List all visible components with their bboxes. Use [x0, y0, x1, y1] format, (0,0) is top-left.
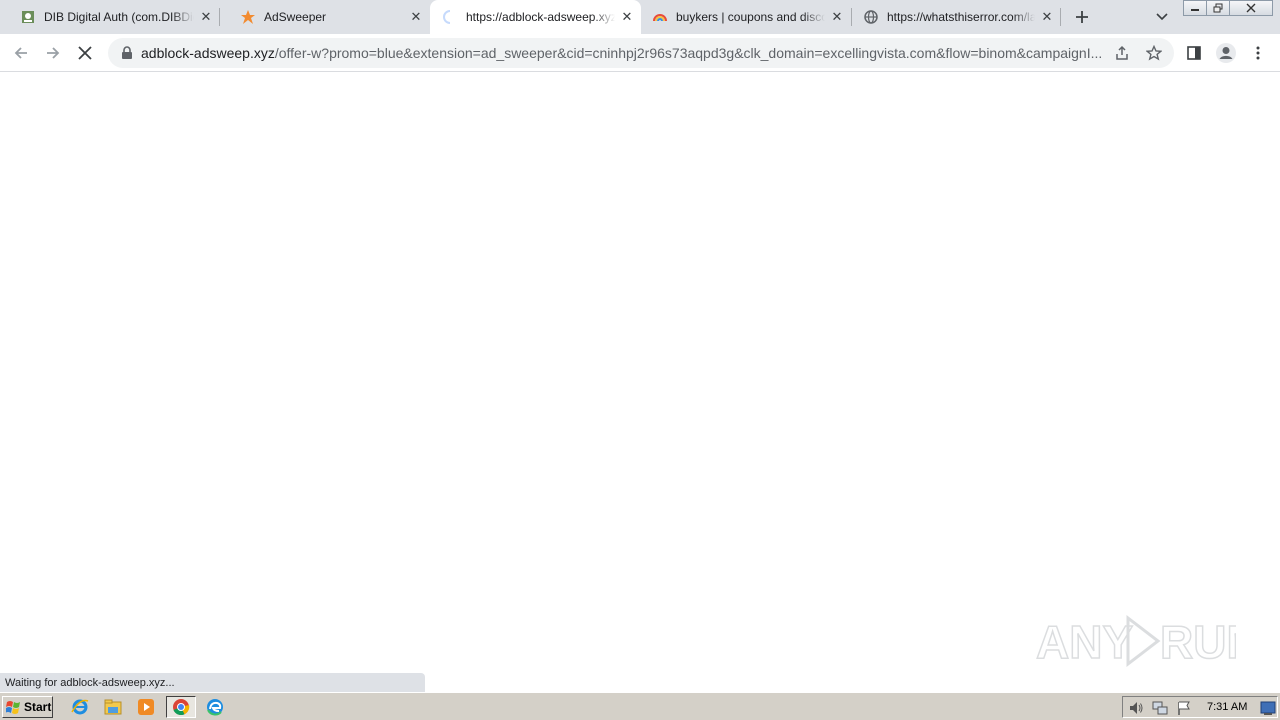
share-icon [1116, 45, 1128, 60]
tab-adsweeper[interactable]: AdSweeper ✕ [220, 0, 430, 34]
svg-text:RUN: RUN [1160, 616, 1236, 668]
tab-close-icon[interactable]: ✕ [619, 9, 635, 25]
chrome-taskbar-button[interactable] [166, 696, 196, 718]
loading-spinner-icon [442, 9, 458, 25]
internet-explorer-icon[interactable] [68, 696, 92, 718]
network-icon[interactable] [1152, 700, 1168, 716]
back-arrow-icon [14, 47, 27, 59]
taskbar-clock[interactable]: 7:31 AM [1207, 701, 1247, 713]
adsweeper-favicon-icon [240, 9, 256, 25]
menu-button[interactable] [1245, 40, 1271, 66]
status-bubble: Waiting for adblock-adsweep.xyz... [0, 673, 425, 692]
window-controls [1183, 0, 1273, 17]
tab-close-icon[interactable]: ✕ [829, 9, 845, 25]
tab-title: buykers | coupons and discounts [676, 10, 825, 24]
globe-icon [863, 9, 879, 25]
tab-title: https://adblock-adsweep.xyz/offer-w [466, 10, 615, 24]
action-center-flag-icon[interactable] [1176, 700, 1192, 716]
kebab-menu-icon [1256, 46, 1260, 60]
close-icon [1246, 3, 1256, 13]
system-tray: 7:31 AM [1122, 696, 1278, 718]
tab-strip: DIB Digital Auth (com.DIBDigitalAuth) ✕ … [0, 0, 1280, 34]
address-bar[interactable]: adblock-adsweep.xyz/offer-w?promo=blue&e… [108, 38, 1174, 68]
start-label: Start [24, 700, 52, 714]
tab-whatsthiserror[interactable]: https://whatsthiserror.com/landing ✕ [851, 0, 1061, 34]
tab-close-icon[interactable]: ✕ [408, 9, 424, 25]
minimize-button[interactable] [1183, 0, 1207, 16]
url-text[interactable]: adblock-adsweep.xyz/offer-w?promo=blue&e… [141, 45, 1101, 61]
url-host: adblock-adsweep.xyz [141, 45, 275, 61]
tab-title: DIB Digital Auth (com.DIBDigitalAuth) [44, 10, 194, 24]
dib-favicon-icon [20, 9, 36, 25]
stop-loading-button[interactable] [72, 40, 98, 66]
forward-button[interactable] [40, 40, 66, 66]
browser-toolbar: adblock-adsweep.xyz/offer-w?promo=blue&e… [0, 34, 1280, 72]
tab-close-icon[interactable]: ✕ [1039, 9, 1055, 25]
stop-x-icon [78, 46, 92, 60]
chevron-down-icon [1156, 13, 1168, 21]
tab-title: https://whatsthiserror.com/landing [887, 10, 1035, 24]
edge-icon[interactable] [203, 696, 227, 718]
back-button[interactable] [8, 40, 34, 66]
page-content [0, 72, 1280, 692]
star-icon [1146, 45, 1162, 61]
tab-title: AdSweeper [264, 10, 327, 24]
forward-arrow-icon [47, 47, 60, 59]
tab-divider [1060, 8, 1061, 26]
svg-text:ANY: ANY [1036, 616, 1133, 668]
start-button[interactable]: Start [2, 696, 53, 718]
restore-icon [1213, 3, 1223, 13]
profile-button[interactable] [1213, 40, 1239, 66]
tab-buykers[interactable]: buykers | coupons and discounts ✕ [641, 0, 851, 34]
side-panel-icon [1187, 46, 1201, 60]
close-window-button[interactable] [1229, 0, 1273, 16]
side-panel-button[interactable] [1181, 40, 1207, 66]
new-tab-button[interactable] [1070, 5, 1094, 29]
url-path: /offer-w?promo=blue&extension=ad_sweeper… [274, 45, 1101, 61]
avatar-icon [1216, 43, 1236, 63]
bookmark-button[interactable] [1144, 43, 1164, 63]
minimize-icon [1191, 9, 1199, 11]
media-player-icon[interactable] [134, 696, 158, 718]
plus-icon [1076, 11, 1088, 23]
volume-icon[interactable] [1128, 700, 1144, 716]
file-explorer-icon[interactable] [101, 696, 125, 718]
tab-close-icon[interactable]: ✕ [198, 9, 214, 25]
lock-icon[interactable] [120, 46, 134, 60]
buykers-favicon-icon [652, 9, 668, 25]
show-desktop-icon[interactable] [1260, 700, 1276, 716]
tab-adblock-adsweep[interactable]: https://adblock-adsweep.xyz/offer-w ✕ [430, 0, 641, 34]
windows-logo-icon [6, 701, 20, 714]
windows-taskbar: Start 7:31 AM [0, 692, 1280, 720]
restore-button[interactable] [1206, 0, 1230, 16]
share-button[interactable] [1112, 43, 1132, 63]
anyrun-watermark-logo: ANY RUN [1036, 614, 1236, 669]
tab-search-button[interactable] [1150, 5, 1174, 29]
tab-dib-digital-auth[interactable]: DIB Digital Auth (com.DIBDigitalAuth) ✕ [0, 0, 220, 34]
chrome-icon [173, 699, 190, 716]
